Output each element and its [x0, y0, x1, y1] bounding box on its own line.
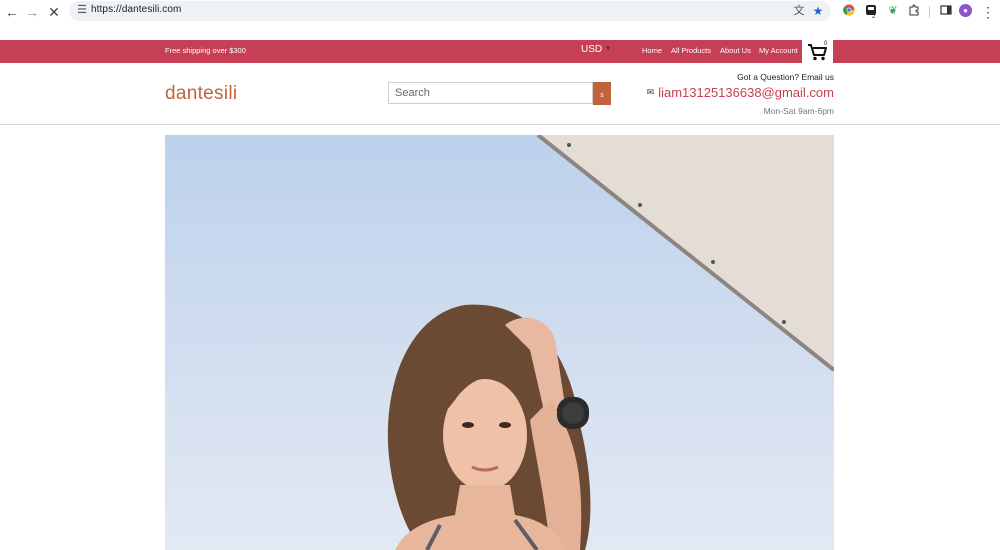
- toolbar-divider: [929, 6, 930, 18]
- nav-about-us[interactable]: About Us: [720, 46, 751, 55]
- site-info-icon[interactable]: ☰: [75, 3, 89, 17]
- cart-button[interactable]: 0: [802, 40, 833, 64]
- chrome-ext-icon[interactable]: [842, 4, 856, 18]
- ext-badge-count: 2: [872, 14, 876, 20]
- browser-toolbar: ← → ✕ ☰ https://dantesili.com 文 ★ 2 ❦ ● …: [0, 0, 1000, 41]
- address-bar[interactable]: ☰ https://dantesili.com 文 ★: [69, 1, 831, 21]
- profile-avatar[interactable]: ●: [959, 4, 972, 17]
- nav-home[interactable]: Home: [642, 46, 662, 55]
- site-logo[interactable]: dantesili: [165, 83, 237, 105]
- stop-loading-icon[interactable]: ✕: [45, 3, 63, 21]
- leaf-ext-icon[interactable]: ❦: [886, 4, 900, 18]
- chevron-down-icon: ▼: [605, 46, 612, 52]
- nav-my-account[interactable]: My Account: [759, 46, 798, 55]
- search-button[interactable]: s: [593, 82, 611, 105]
- hero-banner-image[interactable]: [165, 135, 834, 550]
- top-promo-bar: Free shipping over $300 USD ▼ Home All Pr…: [0, 40, 1000, 63]
- nav-all-products[interactable]: All Products: [671, 46, 711, 55]
- bookmark-star-icon[interactable]: ★: [811, 4, 825, 18]
- url-text[interactable]: https://dantesili.com: [91, 4, 181, 15]
- currency-label: USD: [581, 44, 603, 55]
- side-panel-icon[interactable]: [939, 4, 953, 18]
- currency-selector[interactable]: USD ▼: [581, 44, 611, 55]
- browser-menu-icon[interactable]: ⋮: [979, 3, 997, 21]
- mail-icon: ✉: [646, 87, 655, 97]
- hero-photo: [387, 135, 834, 550]
- translate-icon[interactable]: 文: [792, 4, 806, 18]
- contact-email[interactable]: liam13125136638@gmail.com: [658, 85, 834, 100]
- puzzle-icon[interactable]: [907, 4, 921, 18]
- business-hours: Mon-Sat 9am-6pm: [763, 106, 834, 116]
- back-icon[interactable]: ←: [3, 3, 21, 21]
- contact-question: Got a Question? Email us: [737, 72, 834, 82]
- cart-count: 0: [824, 41, 828, 47]
- contact-email-row[interactable]: ✉ liam13125136638@gmail.com: [647, 85, 834, 100]
- notifications-ext-icon[interactable]: 2: [864, 4, 878, 20]
- free-shipping-text: Free shipping over $300: [165, 46, 246, 55]
- search-input[interactable]: [388, 82, 593, 104]
- forward-icon[interactable]: →: [23, 3, 41, 21]
- site-header: dantesili s Got a Question? Email us ✉li…: [0, 63, 1000, 125]
